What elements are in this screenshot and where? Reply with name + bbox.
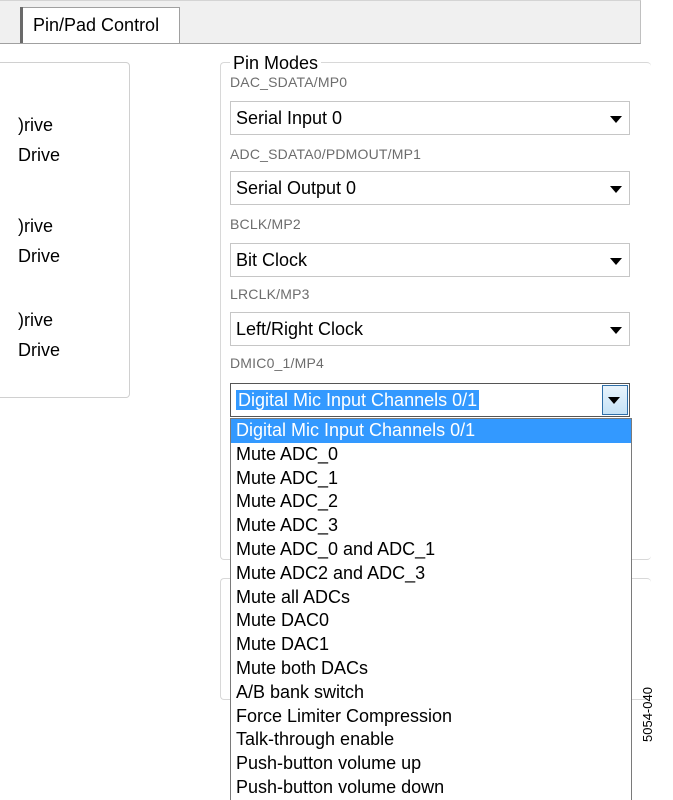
list-item[interactable]: Push-button volume up [231,752,631,776]
list-item[interactable]: Push-button volume down [231,776,631,800]
pin-label-mp3: LRCLK/MP3 [230,286,310,302]
chevron-down-icon [608,397,620,404]
list-item[interactable]: Mute ADC_1 [231,467,631,491]
select-mp3-value: Left/Right Clock [236,319,364,339]
list-item[interactable]: Mute ADC_0 [231,443,631,467]
list-item[interactable]: Mute both DACs [231,657,631,681]
select-mp0[interactable]: Serial Input 0 [230,101,630,135]
list-item[interactable]: Mute DAC1 [231,633,631,657]
select-mp1-value: Serial Output 0 [236,178,357,198]
tab-bar: Pin/Pad Control [0,0,641,44]
drive-label: )rive [18,216,53,236]
list-item[interactable]: Mute DAC0 [231,609,631,633]
dropdown-list: Digital Mic Input Channels 0/1 Mute ADC_… [230,418,632,800]
chevron-down-icon [610,116,622,123]
pin-label-mp4: DMIC0_1/MP4 [230,355,325,371]
list-item[interactable]: Mute ADC_0 and ADC_1 [231,538,631,562]
list-item[interactable]: Digital Mic Input Channels 0/1 [231,419,631,443]
list-item[interactable]: Mute all ADCs [231,586,631,610]
select-mp2-value: Bit Clock [236,250,308,270]
tab-label: Pin/Pad Control [33,15,160,35]
list-item[interactable]: Mute ADC_3 [231,514,631,538]
select-mp1[interactable]: Serial Output 0 [230,171,630,205]
pin-label-mp2: BCLK/MP2 [230,216,301,232]
pin-label-mp0: DAC_SDATA/MP0 [230,74,348,90]
pin-label-mp1: ADC_SDATA0/PDMOUT/MP1 [230,146,422,162]
select-mp0-value: Serial Input 0 [236,108,343,128]
select-mp4[interactable]: Digital Mic Input Channels 0/1 [230,383,630,417]
drive-label: Drive [18,145,61,165]
drive-label: Drive [18,246,61,266]
chevron-down-icon [610,258,622,265]
drive-label: )rive [18,115,53,135]
list-item[interactable]: A/B bank switch [231,681,631,705]
drive-label: )rive [18,310,53,330]
drive-label: Drive [18,340,61,360]
pin-modes-title: Pin Modes [230,53,322,74]
chevron-down-icon [610,327,622,334]
list-item[interactable]: Force Limiter Compression [231,705,631,729]
figure-id: 5054-040 [640,687,655,742]
tab-edge [20,7,23,43]
select-mp4-value: Digital Mic Input Channels 0/1 [236,390,480,410]
list-item[interactable]: Mute ADC2 and ADC_3 [231,562,631,586]
select-mp3[interactable]: Left/Right Clock [230,312,630,346]
chevron-down-icon [610,186,622,193]
dropdown-button[interactable] [602,385,628,415]
list-item[interactable]: Mute ADC_2 [231,490,631,514]
select-mp2[interactable]: Bit Clock [230,243,630,277]
list-item[interactable]: Talk-through enable [231,728,631,752]
tab-pin-pad-control[interactable]: Pin/Pad Control [20,7,180,43]
